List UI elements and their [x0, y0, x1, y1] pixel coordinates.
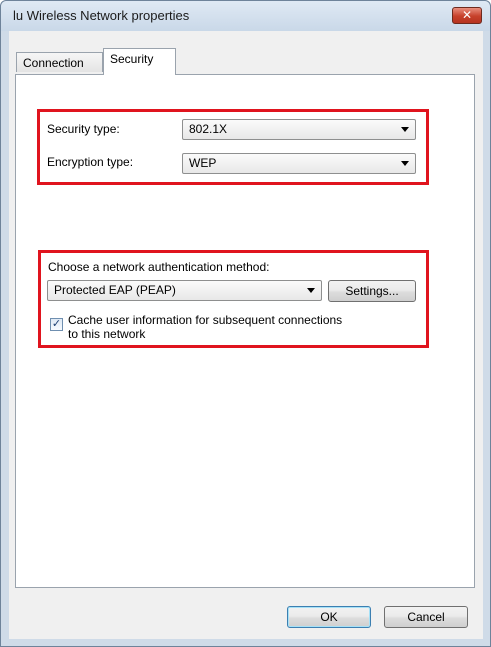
close-icon: ✕	[461, 8, 473, 22]
cache-user-info-checkbox[interactable]: ✓	[50, 318, 63, 331]
tab-security-label: Security	[110, 52, 154, 66]
tab-security[interactable]: Security	[103, 48, 176, 75]
encryption-type-dropdown[interactable]: WEP	[182, 153, 416, 174]
ok-button[interactable]: OK	[287, 606, 371, 628]
cache-user-info-label-line1: Cache user information for subsequent co…	[68, 313, 343, 327]
security-type-dropdown[interactable]: 802.1X	[182, 119, 416, 140]
auth-method-dropdown[interactable]: Protected EAP (PEAP)	[47, 280, 322, 301]
encryption-type-value: WEP	[189, 156, 217, 170]
title-bar[interactable]: lu Wireless Network properties ✕	[1, 1, 490, 31]
auth-method-label: Choose a network authentication method:	[48, 260, 270, 274]
chevron-down-icon	[401, 127, 409, 132]
auth-method-value: Protected EAP (PEAP)	[54, 283, 176, 297]
cache-user-info-label-line2: to this network	[68, 327, 146, 341]
cancel-button-label: Cancel	[407, 610, 445, 624]
chevron-down-icon	[307, 288, 315, 293]
settings-button-label: Settings...	[345, 284, 399, 298]
encryption-type-label: Encryption type:	[47, 155, 134, 169]
close-button[interactable]: ✕	[452, 7, 482, 24]
security-type-value: 802.1X	[189, 122, 228, 136]
cancel-button[interactable]: Cancel	[384, 606, 468, 628]
security-type-label: Security type:	[47, 122, 120, 136]
tab-connection-label: Connection	[23, 56, 84, 70]
tab-connection[interactable]: Connection	[16, 52, 103, 72]
ok-button-label: OK	[320, 610, 338, 624]
chevron-down-icon	[401, 161, 409, 166]
settings-button[interactable]: Settings...	[328, 280, 416, 302]
check-icon: ✓	[51, 318, 62, 330]
window-title: lu Wireless Network properties	[13, 8, 190, 23]
